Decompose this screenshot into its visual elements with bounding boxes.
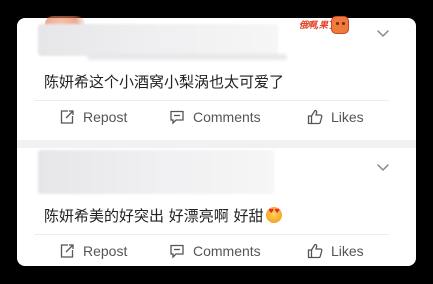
repost-button[interactable]: Repost — [59, 239, 127, 263]
comment-icon — [169, 109, 185, 125]
likes-label: Likes — [331, 243, 364, 259]
action-bar: Repost Comments Likes — [17, 105, 416, 129]
blurred-user-header — [38, 150, 274, 194]
sticker-badge: 俄啊,果了 — [299, 16, 349, 38]
likes-button[interactable]: Likes — [307, 105, 364, 129]
repost-label: Repost — [83, 243, 128, 259]
chevron-down-icon[interactable] — [376, 24, 390, 38]
comment-card: 陈妍希美的好突出 好漂亮啊 好甜 Repost Comments Likes — [17, 148, 416, 266]
comment-card: 俄啊,果了 陈妍希这个小酒窝小梨涡也太可爱了 Repost Comments L… — [17, 16, 416, 140]
repost-icon — [59, 243, 75, 259]
likes-button[interactable]: Likes — [307, 239, 364, 263]
repost-button[interactable]: Repost — [59, 105, 127, 129]
repost-label: Repost — [83, 109, 128, 125]
chevron-down-icon[interactable] — [376, 158, 390, 172]
comments-button[interactable]: Comments — [169, 105, 261, 129]
divider — [34, 100, 389, 101]
comment-text-content: 陈妍希美的好突出 好漂亮啊 好甜 — [44, 207, 264, 225]
thumbs-up-icon — [307, 243, 323, 259]
blurred-user-meta — [87, 54, 287, 60]
divider — [34, 234, 389, 235]
comment-icon — [169, 243, 185, 259]
blurred-user-header — [38, 24, 278, 56]
comments-label: Comments — [193, 243, 261, 259]
card-separator — [17, 140, 416, 148]
thumbs-up-icon — [307, 109, 323, 125]
comments-button[interactable]: Comments — [169, 239, 261, 263]
repost-icon — [59, 109, 75, 125]
action-bar: Repost Comments Likes — [17, 239, 416, 263]
heart-eyes-emoji-icon — [265, 207, 282, 223]
likes-label: Likes — [331, 109, 364, 125]
sticker-face-icon — [331, 16, 349, 34]
comment-text: 陈妍希这个小酒窝小梨涡也太可爱了 — [44, 73, 285, 91]
comment-text: 陈妍希美的好突出 好漂亮啊 好甜 — [44, 205, 282, 226]
comments-label: Comments — [193, 109, 261, 125]
